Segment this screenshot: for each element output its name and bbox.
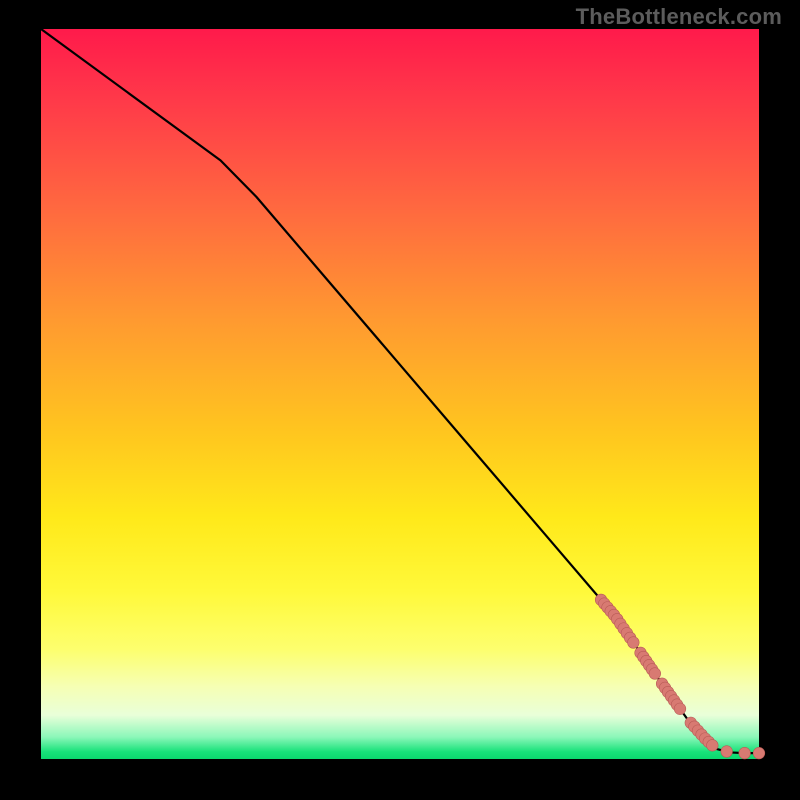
curve-line <box>41 29 759 753</box>
chart-frame: TheBottleneck.com <box>0 0 800 800</box>
curve-markers <box>595 594 765 759</box>
marker-dot <box>649 668 661 680</box>
marker-dot <box>753 747 765 759</box>
chart-overlay-svg <box>41 29 759 759</box>
watermark-text: TheBottleneck.com <box>576 4 782 30</box>
marker-dot <box>674 703 686 715</box>
marker-dot <box>707 740 719 752</box>
marker-dot <box>739 747 751 759</box>
marker-dot <box>721 746 733 758</box>
marker-dot <box>628 637 640 649</box>
